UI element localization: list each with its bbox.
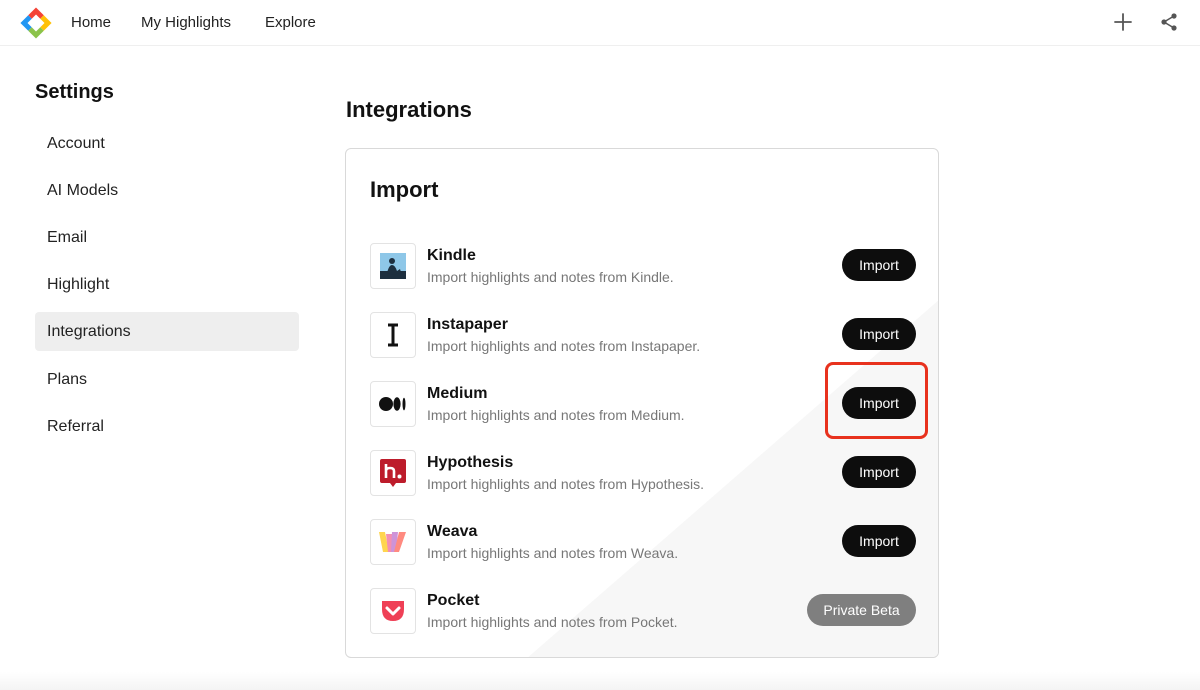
- page-title: Integrations: [346, 97, 472, 122]
- integration-description: Import highlights and notes from Hypothe…: [427, 476, 705, 492]
- integration-description: Import highlights and notes from Kindle.: [427, 269, 674, 285]
- import-heading: Import: [370, 177, 439, 202]
- integration-name: Weava: [427, 523, 478, 540]
- integration-name: Hypothesis: [427, 454, 514, 471]
- pocket-icon: [370, 588, 416, 634]
- nav-explore-link[interactable]: Explore: [265, 14, 316, 31]
- integration-name: Medium: [427, 385, 488, 402]
- import-medium-button[interactable]: Import: [842, 387, 916, 419]
- instapaper-icon: [370, 312, 416, 358]
- bottom-shadow: [0, 672, 1200, 690]
- import-instapaper-button[interactable]: Import: [842, 318, 916, 350]
- import-kindle-button[interactable]: Import: [842, 249, 916, 281]
- hypothesis-icon: [370, 450, 416, 496]
- integration-row-instapaper: Instapaper Import highlights and notes f…: [370, 312, 916, 362]
- import-card: Import Kindle Import highlights and note…: [345, 148, 939, 658]
- integration-description: Import highlights and notes from Pocket.: [427, 614, 678, 630]
- settings-heading: Settings: [35, 81, 114, 103]
- integration-name: Kindle: [427, 247, 476, 264]
- sidebar-item-integrations[interactable]: Integrations: [35, 312, 299, 351]
- kindle-icon: [370, 243, 416, 289]
- top-navbar: Home My Highlights Explore: [0, 0, 1200, 46]
- integration-row-pocket: Pocket Import highlights and notes from …: [370, 588, 916, 638]
- sidebar-item-referral[interactable]: Referral: [35, 407, 299, 446]
- medium-icon: [370, 381, 416, 427]
- import-hypothesis-button[interactable]: Import: [842, 456, 916, 488]
- integration-name: Instapaper: [427, 316, 508, 333]
- private-beta-button[interactable]: Private Beta: [807, 594, 916, 626]
- sidebar-item-highlight[interactable]: Highlight: [35, 265, 299, 304]
- integration-row-weava: Weava Import highlights and notes from W…: [370, 519, 916, 569]
- weava-icon: [370, 519, 416, 565]
- nav-my-highlights-link[interactable]: My Highlights: [141, 14, 231, 31]
- integration-name: Pocket: [427, 592, 480, 609]
- integration-description: Import highlights and notes from Medium.: [427, 407, 685, 423]
- share-icon[interactable]: [1159, 12, 1179, 32]
- import-weava-button[interactable]: Import: [842, 525, 916, 557]
- sidebar-item-account[interactable]: Account: [35, 124, 299, 163]
- sidebar-item-plans[interactable]: Plans: [35, 360, 299, 399]
- app-logo-icon[interactable]: [19, 6, 53, 40]
- plus-icon[interactable]: [1113, 12, 1133, 32]
- integration-row-kindle: Kindle Import highlights and notes from …: [370, 243, 916, 293]
- integration-description: Import highlights and notes from Instapa…: [427, 338, 701, 354]
- sidebar-item-ai-models[interactable]: AI Models: [35, 171, 299, 210]
- integration-description: Import highlights and notes from Weava.: [427, 545, 679, 561]
- nav-home-link[interactable]: Home: [71, 14, 111, 31]
- integration-row-hypothesis: Hypothesis Import highlights and notes f…: [370, 450, 916, 500]
- sidebar-item-email[interactable]: Email: [35, 218, 299, 257]
- integration-row-medium: Medium Import highlights and notes from …: [370, 381, 916, 431]
